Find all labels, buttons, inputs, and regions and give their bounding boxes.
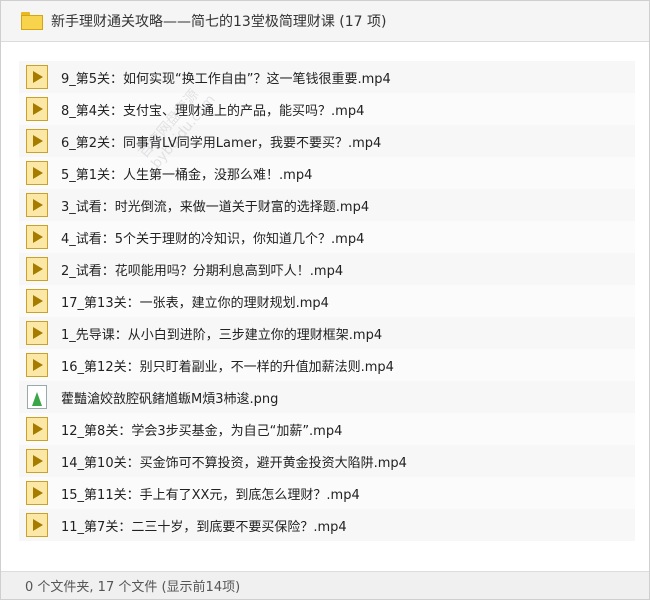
file-icon <box>26 289 48 313</box>
file-name: 16_第12关：别只盯着副业，不一样的升值加薪法则.mp4 <box>61 359 394 375</box>
file-icon <box>26 481 48 505</box>
file-icon <box>26 257 48 281</box>
file-icon <box>26 129 48 153</box>
file-row[interactable]: 3_试看：时光倒流，来做一道关于财富的选择题.mp4 <box>19 189 635 221</box>
status-text: 0 个文件夹, 17 个文件 (显示前14项) <box>25 580 241 595</box>
file-name: 1_先导课：从小白到进阶，三步建立你的理财框架.mp4 <box>61 327 383 343</box>
file-icon <box>26 449 48 473</box>
file-row[interactable]: 12_第8关：学会3步买基金，为自己“加薪”.mp4 <box>19 413 635 445</box>
file-row[interactable]: 11_第7关：二三十岁，到底要不要买保险？.mp4 <box>19 509 635 541</box>
file-name: 藿豔滄姣敨腔矾鍺馗蝂M熕3杮逡.png <box>61 391 279 407</box>
file-row[interactable]: 8_第4关：支付宝、理财通上的产品，能买吗？.mp4 <box>19 93 635 125</box>
file-icon <box>26 321 48 345</box>
video-file-icon <box>26 257 48 281</box>
file-name: 5_第1关：人生第一桶金，没那么难！.mp4 <box>61 167 313 183</box>
video-file-icon <box>26 417 48 441</box>
file-name: 12_第8关：学会3步买基金，为自己“加薪”.mp4 <box>61 423 343 439</box>
video-file-icon <box>26 481 48 505</box>
file-list: 9_第5关：如何实现“换工作自由”？这一笔钱很重要.mp4 8_第4关：支付宝、理… <box>19 61 635 541</box>
video-file-icon <box>26 129 48 153</box>
status-bar: 0 个文件夹, 17 个文件 (显示前14项) <box>1 571 649 599</box>
file-icon <box>26 97 48 121</box>
file-icon <box>26 161 48 185</box>
video-file-icon <box>26 225 48 249</box>
video-file-icon <box>26 97 48 121</box>
folder-icon <box>21 12 43 30</box>
image-file-icon <box>27 385 47 409</box>
file-browser-window: 新手理财通关攻略——简七的13堂极简理财课 (17 项) 9_第5关：如何实现“… <box>0 0 650 600</box>
file-row[interactable]: 4_试看：5个关于理财的冷知识，你知道几个？.mp4 <box>19 221 635 253</box>
video-file-icon <box>26 449 48 473</box>
file-icon <box>26 417 48 441</box>
file-row[interactable]: 14_第10关：买金饰可不算投资，避开黄金投资大陷阱.mp4 <box>19 445 635 477</box>
file-name: 8_第4关：支付宝、理财通上的产品，能买吗？.mp4 <box>61 103 365 119</box>
file-row[interactable]: 2_试看：花呗能用吗？分期利息高到吓人！.mp4 <box>19 253 635 285</box>
file-row[interactable]: 16_第12关：别只盯着副业，不一样的升值加薪法则.mp4 <box>19 349 635 381</box>
video-file-icon <box>26 513 48 537</box>
video-file-icon <box>26 161 48 185</box>
file-row[interactable]: 9_第5关：如何实现“换工作自由”？这一笔钱很重要.mp4 <box>19 61 635 93</box>
file-row[interactable]: 藿豔滄姣敨腔矾鍺馗蝂M熕3杮逡.png <box>19 381 635 413</box>
video-file-icon <box>26 321 48 345</box>
file-row[interactable]: 15_第11关：手上有了XX元，到底怎么理财？.mp4 <box>19 477 635 509</box>
file-icon <box>26 65 48 89</box>
file-row[interactable]: 5_第1关：人生第一桶金，没那么难！.mp4 <box>19 157 635 189</box>
file-row[interactable]: 17_第13关：一张表，建立你的理财规划.mp4 <box>19 285 635 317</box>
window-title: 新手理财通关攻略——简七的13堂极简理财课 (17 项) <box>51 14 387 30</box>
video-file-icon <box>26 289 48 313</box>
file-name: 15_第11关：手上有了XX元，到底怎么理财？.mp4 <box>61 487 360 503</box>
file-name: 2_试看：花呗能用吗？分期利息高到吓人！.mp4 <box>61 263 344 279</box>
file-name: 4_试看：5个关于理财的冷知识，你知道几个？.mp4 <box>61 231 365 247</box>
file-name: 14_第10关：买金饰可不算投资，避开黄金投资大陷阱.mp4 <box>61 455 407 471</box>
file-name: 3_试看：时光倒流，来做一道关于财富的选择题.mp4 <box>61 199 370 215</box>
file-name: 11_第7关：二三十岁，到底要不要买保险？.mp4 <box>61 519 347 535</box>
video-file-icon <box>26 353 48 377</box>
file-row[interactable]: 1_先导课：从小白到进阶，三步建立你的理财框架.mp4 <box>19 317 635 349</box>
file-name: 17_第13关：一张表，建立你的理财规划.mp4 <box>61 295 329 311</box>
file-icon <box>26 225 48 249</box>
file-icon <box>26 385 48 409</box>
file-icon <box>26 193 48 217</box>
title-bar: 新手理财通关攻略——简七的13堂极简理财课 (17 项) <box>1 1 649 42</box>
file-row[interactable]: 6_第2关：同事背LV同学用Lamer，我要不要买？.mp4 <box>19 125 635 157</box>
video-file-icon <box>26 65 48 89</box>
file-icon <box>26 353 48 377</box>
file-name: 6_第2关：同事背LV同学用Lamer，我要不要买？.mp4 <box>61 135 382 151</box>
file-icon <box>26 513 48 537</box>
file-name: 9_第5关：如何实现“换工作自由”？这一笔钱很重要.mp4 <box>61 71 391 87</box>
video-file-icon <box>26 193 48 217</box>
